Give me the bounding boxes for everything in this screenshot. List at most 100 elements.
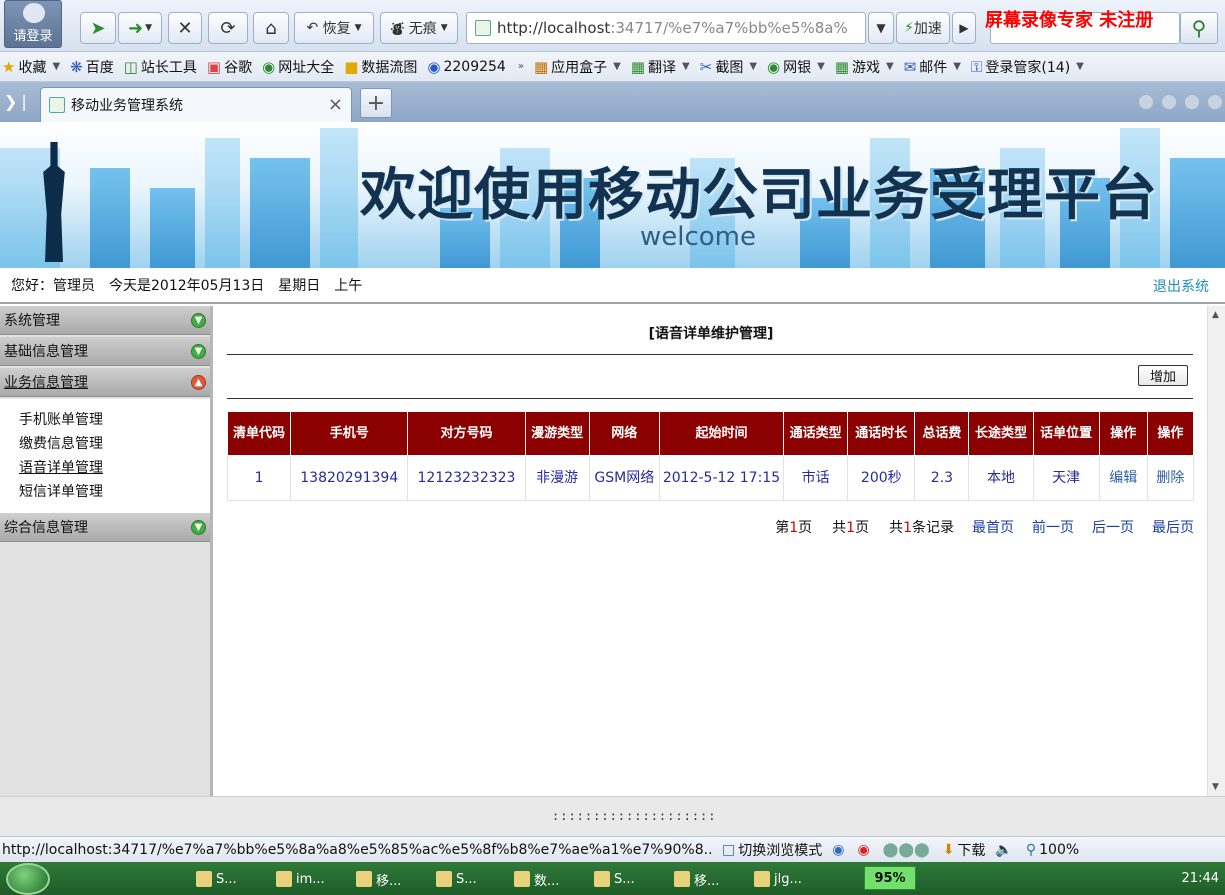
- accelerate-button[interactable]: ⚡ 加速: [896, 12, 950, 44]
- go-button[interactable]: ▶: [952, 12, 976, 44]
- fav-item-mail[interactable]: ✉ 邮件 ▼: [904, 57, 961, 77]
- delete-link[interactable]: 删除: [1146, 455, 1195, 501]
- tab-next-icon[interactable]: [1161, 94, 1177, 110]
- zoom-control[interactable]: ⚲ 100%: [1026, 842, 1079, 858]
- sidebar-section-basic[interactable]: 基础信息管理 ▼: [0, 337, 210, 366]
- switch-mode-button[interactable]: □ 切换浏览模式: [722, 840, 822, 860]
- security-icon[interactable]: ◉: [857, 842, 872, 858]
- incognito-icon: ⛇: [390, 21, 405, 38]
- sidebar-section-business[interactable]: 业务信息管理 ▲: [0, 368, 210, 397]
- taskbar-item[interactable]: im...: [276, 867, 325, 891]
- chevron-down-icon: ▼: [953, 61, 961, 72]
- stop-button[interactable]: ✕: [168, 12, 202, 44]
- scroll-down-icon[interactable]: ▼: [1212, 782, 1219, 792]
- first-page-link[interactable]: 最首页: [972, 517, 1014, 537]
- restore-label: 恢复: [322, 21, 351, 37]
- url-dropdown-button[interactable]: ▼: [868, 12, 894, 44]
- more-icon[interactable]: »: [518, 61, 524, 72]
- recorder-watermark: 屏幕录像专家 未注册: [985, 10, 1154, 31]
- sidebar-toggle-icon[interactable]: ❯❘: [4, 92, 31, 111]
- building-graphic: [205, 138, 240, 268]
- fav-item-screenshot[interactable]: ✂ 截图 ▼: [700, 57, 757, 77]
- fav-item-login-manager[interactable]: ⚿ 登录管家(14) ▼: [971, 57, 1084, 77]
- tab-prev-icon[interactable]: [1138, 94, 1154, 110]
- current-weekday: 星期日: [278, 278, 321, 294]
- tab-mobile-system[interactable]: 移动业务管理系统 ×: [40, 87, 352, 122]
- system-clock[interactable]: 21:44: [1182, 871, 1219, 886]
- fav-item-dfd[interactable]: ■ 数据流图: [344, 57, 417, 77]
- cell-phone: 13820291394: [290, 455, 409, 501]
- frame-splitter[interactable]: ::::::::::::::::::::: [0, 796, 1225, 836]
- back-button[interactable]: ➤: [80, 12, 116, 44]
- close-icon[interactable]: [1207, 94, 1223, 110]
- home-icon: ⌂: [265, 17, 277, 39]
- login-button[interactable]: 请登录: [4, 0, 62, 48]
- column-header: 漫游类型: [524, 411, 590, 456]
- fav-label: 截图: [715, 59, 744, 76]
- traceless-button[interactable]: ⛇ 无痕 ▼: [380, 12, 458, 44]
- business-menu-items: 手机账单管理 缴费信息管理 语音详单管理 短信详单管理: [0, 399, 210, 513]
- collapse-icon[interactable]: ▲: [191, 375, 206, 390]
- prev-page-link[interactable]: 前一页: [1032, 517, 1074, 537]
- download-icon: ⬇: [942, 841, 955, 858]
- volume-icon[interactable]: 🔈: [995, 842, 1015, 858]
- tab-list-icon[interactable]: [1184, 94, 1200, 110]
- battery-indicator[interactable]: 95%: [864, 866, 916, 890]
- new-tab-button[interactable]: +: [360, 88, 392, 118]
- fav-item-webmaster[interactable]: ◫ 站长工具: [124, 57, 197, 77]
- edit-link[interactable]: 编辑: [1098, 455, 1148, 501]
- sidebar-item-phone-bill[interactable]: 手机账单管理: [19, 407, 210, 431]
- address-bar[interactable]: http://localhost:34717/%e7%a7%bb%e5%8a%: [466, 12, 866, 44]
- forward-button[interactable]: ➜ ▼: [118, 12, 162, 44]
- last-page-link[interactable]: 最后页: [1152, 517, 1194, 537]
- column-header: 起始时间: [658, 411, 785, 456]
- vertical-scrollbar[interactable]: ▲ ▼: [1207, 306, 1225, 796]
- taskbar-item[interactable]: S...: [196, 867, 237, 891]
- add-button[interactable]: 增加: [1138, 365, 1188, 386]
- fav-item-collect[interactable]: ★ 收藏 ▼: [2, 57, 60, 77]
- fav-item-number[interactable]: ◉ 2209254 »: [427, 58, 524, 76]
- ie-icon[interactable]: ◉: [832, 842, 847, 858]
- fav-label: 百度: [85, 59, 114, 76]
- app-icon: [514, 871, 530, 887]
- sidebar-item-payment[interactable]: 缴费信息管理: [19, 431, 210, 455]
- search-button[interactable]: ⚲: [1180, 12, 1218, 44]
- fav-item-game[interactable]: ▦ 游戏 ▼: [835, 57, 894, 77]
- expand-icon[interactable]: ▼: [191, 520, 206, 535]
- taskbar-item[interactable]: jlg...: [754, 867, 802, 891]
- taskbar-item[interactable]: 移...: [356, 867, 401, 891]
- logout-link[interactable]: 退出系统: [1153, 276, 1209, 296]
- fav-item-google[interactable]: ▣ 谷歌: [207, 57, 252, 77]
- scroll-up-icon[interactable]: ▲: [1212, 310, 1219, 320]
- fav-item-bank[interactable]: ◉ 网银 ▼: [767, 57, 825, 77]
- status-url: http://localhost:34717/%e7%a7%bb%e5%8a%a…: [2, 841, 712, 858]
- restore-button[interactable]: ↶ 恢复 ▼: [294, 12, 374, 44]
- chevron-down-icon: ▼: [440, 23, 448, 33]
- taskbar-item[interactable]: S...: [594, 867, 635, 891]
- toggle-switch[interactable]: ⬤⬤⬤: [883, 842, 933, 858]
- fav-item-baidu[interactable]: ❋ 百度: [70, 57, 114, 77]
- expand-icon[interactable]: ▼: [191, 313, 206, 328]
- fav-item-translate[interactable]: ▦ 翻译 ▼: [631, 57, 690, 77]
- home-button[interactable]: ⌂: [253, 12, 289, 44]
- traceless-label: 无痕: [408, 21, 437, 37]
- taskbar-item[interactable]: 数...: [514, 867, 559, 891]
- start-button[interactable]: [6, 863, 50, 895]
- sidebar-section-system[interactable]: 系统管理 ▼: [0, 306, 210, 335]
- expand-icon[interactable]: ▼: [191, 344, 206, 359]
- building-graphic: [320, 128, 358, 268]
- taskbar-item[interactable]: S...: [436, 867, 477, 891]
- splitter-grip-icon[interactable]: ::::::::::::::::::::: [552, 809, 717, 823]
- taskbar-item[interactable]: 移...: [674, 867, 719, 891]
- sidebar-item-sms-detail[interactable]: 短信详单管理: [19, 479, 210, 503]
- refresh-button[interactable]: ⟳: [208, 12, 248, 44]
- fav-item-sites[interactable]: ◉ 网址大全: [262, 57, 334, 77]
- pager-text: 共: [832, 520, 847, 536]
- download-button[interactable]: ⬇ 下载: [943, 840, 986, 860]
- fav-item-appbox[interactable]: ▦ 应用盒子 ▼: [534, 57, 621, 77]
- page-icon: [49, 97, 65, 113]
- sidebar-item-voice-detail[interactable]: 语音详单管理: [19, 455, 210, 479]
- next-page-link[interactable]: 后一页: [1092, 517, 1134, 537]
- close-icon[interactable]: ×: [328, 94, 343, 115]
- sidebar-section-general[interactable]: 综合信息管理 ▼: [0, 513, 210, 542]
